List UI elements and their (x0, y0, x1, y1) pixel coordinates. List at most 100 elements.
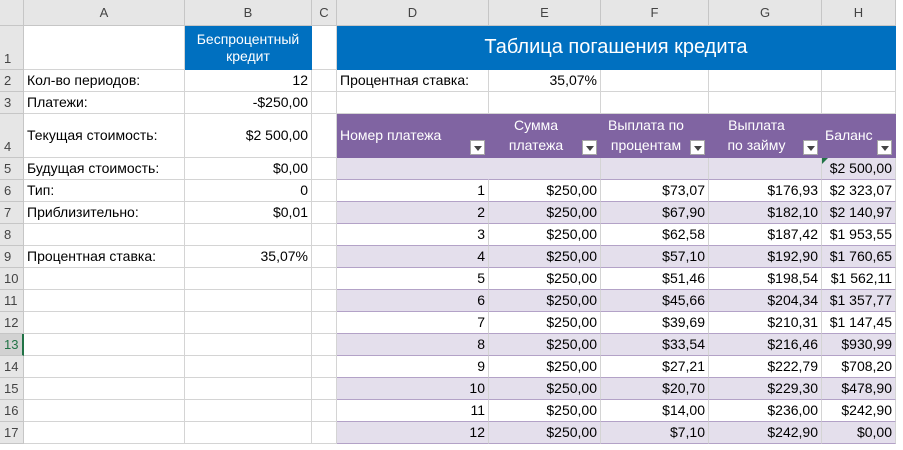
value-cell[interactable] (185, 224, 312, 246)
balance-cell[interactable]: $930,99 (822, 334, 896, 356)
empty-cell[interactable] (185, 312, 312, 334)
payment-number-cell[interactable]: 2 (337, 202, 489, 224)
balance-cell[interactable]: $0,00 (822, 422, 896, 444)
empty-cell[interactable] (312, 334, 337, 356)
principal-payment-cell[interactable]: $216,46 (709, 334, 822, 356)
value-cell[interactable]: 35,07% (185, 246, 312, 268)
label-cell[interactable] (24, 224, 185, 246)
empty-cell[interactable] (24, 268, 185, 290)
column-header-f[interactable]: F (601, 0, 709, 26)
select-all-corner[interactable] (0, 0, 24, 26)
row-header-15[interactable]: 15 (0, 378, 24, 400)
payment-amount-cell[interactable]: $250,00 (489, 290, 601, 312)
row-header-2[interactable]: 2 (0, 70, 24, 92)
column-header-c[interactable]: C (312, 0, 337, 26)
row-header-10[interactable]: 10 (0, 268, 24, 290)
empty-cell[interactable] (185, 356, 312, 378)
label-cell[interactable]: Кол-во периодов: (24, 70, 185, 92)
empty-cell[interactable] (489, 92, 601, 114)
empty-cell[interactable] (709, 92, 822, 114)
row-header-6[interactable]: 6 (0, 180, 24, 202)
empty-cell[interactable] (312, 422, 337, 444)
empty-cell[interactable] (185, 268, 312, 290)
payment-number-cell[interactable]: 10 (337, 378, 489, 400)
principal-payment-cell[interactable]: $210,31 (709, 312, 822, 334)
row-header-5[interactable]: 5 (0, 158, 24, 180)
table-header-2[interactable]: Сумма платежа (489, 114, 601, 158)
empty-cell[interactable] (24, 422, 185, 444)
filter-dropdown-icon[interactable] (690, 140, 705, 155)
interest-payment-cell[interactable]: $14,00 (601, 400, 709, 422)
empty-cell[interactable] (312, 114, 337, 158)
interest-payment-cell[interactable]: $57,10 (601, 246, 709, 268)
interest-payment-cell[interactable]: $33,54 (601, 334, 709, 356)
row-header-3[interactable]: 3 (0, 92, 24, 114)
interest-payment-cell[interactable]: $73,07 (601, 180, 709, 202)
row-header-14[interactable]: 14 (0, 356, 24, 378)
row-header-12[interactable]: 12 (0, 312, 24, 334)
empty-cell[interactable] (709, 70, 822, 92)
value-cell[interactable]: 12 (185, 70, 312, 92)
empty-cell[interactable] (601, 92, 709, 114)
empty-cell[interactable] (312, 400, 337, 422)
balance-cell[interactable]: $1 147,45 (822, 312, 896, 334)
column-header-d[interactable]: D (337, 0, 489, 26)
principal-payment-cell[interactable]: $176,93 (709, 180, 822, 202)
interest-payment-cell[interactable]: $67,90 (601, 202, 709, 224)
empty-cell[interactable] (822, 70, 896, 92)
row-header-4[interactable]: 4 (0, 114, 24, 158)
label-cell[interactable]: Приблизительно: (24, 202, 185, 224)
empty-cell[interactable] (185, 334, 312, 356)
empty-cell[interactable] (312, 356, 337, 378)
principal-payment-cell[interactable]: $236,00 (709, 400, 822, 422)
row-header-13[interactable]: 13 (0, 334, 24, 356)
payment-number-cell[interactable]: 5 (337, 268, 489, 290)
filter-dropdown-icon[interactable] (803, 140, 818, 155)
payment-amount-cell[interactable]: $250,00 (489, 246, 601, 268)
payment-number-cell[interactable]: 8 (337, 334, 489, 356)
row-header-7[interactable]: 7 (0, 202, 24, 224)
principal-payment-cell[interactable]: $182,10 (709, 202, 822, 224)
payment-number-cell[interactable]: 7 (337, 312, 489, 334)
empty-cell[interactable] (822, 92, 896, 114)
payment-amount-cell[interactable]: $250,00 (489, 180, 601, 202)
label-cell[interactable]: Текущая стоимость: (24, 114, 185, 158)
empty-cell[interactable] (312, 312, 337, 334)
label-cell[interactable]: Платежи: (24, 92, 185, 114)
table-header-1[interactable]: Номер платежа (337, 114, 489, 158)
row-header-17[interactable]: 17 (0, 422, 24, 444)
payment-amount-cell[interactable]: $250,00 (489, 356, 601, 378)
interest-payment-cell[interactable]: $39,69 (601, 312, 709, 334)
payment-amount-cell[interactable]: $250,00 (489, 378, 601, 400)
empty-cell[interactable] (312, 180, 337, 202)
empty-cell[interactable] (312, 92, 337, 114)
balance-cell[interactable]: $1 760,65 (822, 246, 896, 268)
balance-cell[interactable]: $1 953,55 (822, 224, 896, 246)
principal-payment-cell[interactable]: $242,90 (709, 422, 822, 444)
empty-cell[interactable] (312, 246, 337, 268)
row-header-8[interactable]: 8 (0, 224, 24, 246)
interest-payment-cell[interactable]: $20,70 (601, 378, 709, 400)
interest-payment-cell[interactable]: $51,46 (601, 268, 709, 290)
empty-cell[interactable] (312, 70, 337, 92)
empty-cell[interactable] (312, 378, 337, 400)
value-cell[interactable]: $0,01 (185, 202, 312, 224)
balance-cell[interactable]: $1 357,77 (822, 290, 896, 312)
table-header-4[interactable]: Выплата по займу (709, 114, 822, 158)
empty-cell[interactable] (24, 26, 185, 70)
balance-cell[interactable]: $708,20 (822, 356, 896, 378)
empty-cell[interactable] (24, 290, 185, 312)
table-cell[interactable] (337, 158, 489, 180)
payment-amount-cell[interactable]: $250,00 (489, 312, 601, 334)
interest-payment-cell[interactable]: $27,21 (601, 356, 709, 378)
value-cell[interactable]: $2 500,00 (185, 114, 312, 158)
column-header-b[interactable]: B (185, 0, 312, 26)
column-header-g[interactable]: G (709, 0, 822, 26)
label-cell[interactable]: Процентная ставка: (24, 246, 185, 268)
payment-number-cell[interactable]: 12 (337, 422, 489, 444)
payment-number-cell[interactable]: 11 (337, 400, 489, 422)
amortization-table-title[interactable]: Таблица погашения кредита (337, 26, 896, 70)
empty-cell[interactable] (312, 26, 337, 70)
payment-number-cell[interactable]: 3 (337, 224, 489, 246)
balance-cell[interactable]: $1 562,11 (822, 268, 896, 290)
